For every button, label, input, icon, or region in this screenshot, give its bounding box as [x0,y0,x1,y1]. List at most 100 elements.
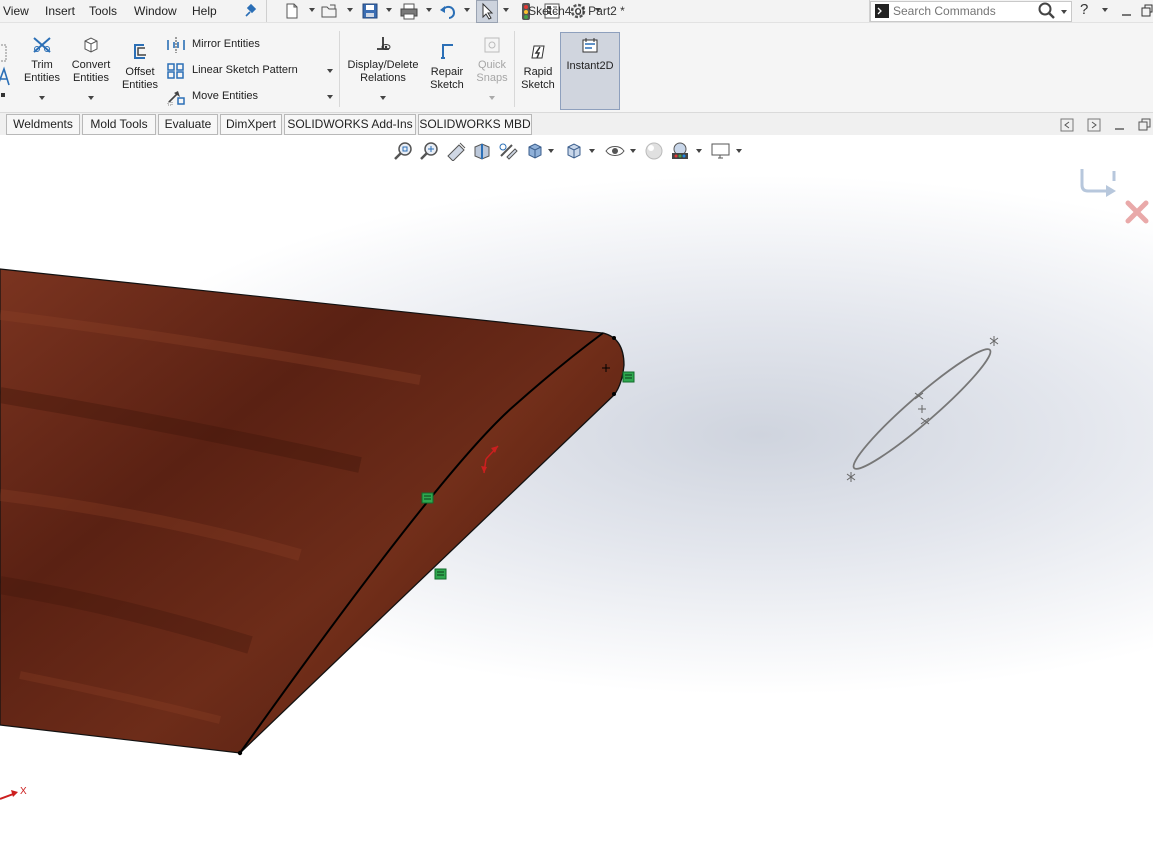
new-dropdown-icon[interactable] [309,8,315,12]
menu-view[interactable]: View [3,4,29,18]
coordinate-triad [0,790,18,800]
model-canvas [0,268,999,800]
search-commands-box[interactable] [870,1,1072,22]
convert-label-line1: Convert [71,59,111,71]
move-entities-button[interactable]: Move Entities [166,88,326,106]
trim-dropdown-icon[interactable] [39,96,45,100]
linear-pattern-icon [167,63,184,79]
tab-evaluate[interactable]: Evaluate [158,114,218,135]
search-dropdown-icon[interactable] [1061,10,1067,14]
convert-label-line2: Entities [72,72,110,84]
collapse-left-icon[interactable] [1060,118,1074,132]
save-icon[interactable] [361,2,379,20]
relation-marker[interactable] [421,492,434,504]
search-icon[interactable] [1037,2,1057,20]
rapid-sketch-label-line1: Rapid [523,66,553,78]
sketch-vertex[interactable] [612,336,616,340]
clipped-dropdown-icon[interactable] [1,93,5,97]
ribbon-separator [514,31,515,107]
move-label: Move Entities [192,90,259,102]
command-tabs-bar: Weldments Mold Tools Evaluate DimXpert S… [0,113,1153,135]
quick-snaps-icon [484,37,500,53]
print-icon[interactable] [399,2,419,20]
linear-pattern-label: Linear Sketch Pattern [192,64,298,76]
rapid-sketch-button[interactable]: Rapid Sketch [517,42,559,92]
rapid-sketch-icon [531,45,545,59]
menu-help[interactable]: Help [192,4,217,18]
relations-label-line2: Relations [360,72,406,84]
repair-label-line2: Sketch [430,79,464,91]
tab-solidworks-mbd[interactable]: SOLIDWORKS MBD [418,114,532,135]
tab-mold-tools[interactable]: Mold Tools [82,114,156,135]
move-entities-icon [167,91,185,106]
instant2d-button[interactable]: Instant2D [560,32,620,110]
convert-entities-icon [84,37,98,53]
trim-label-line1: Trim [31,59,53,71]
minimize-window-icon[interactable] [1119,2,1133,20]
save-dropdown-icon[interactable] [386,8,392,12]
menu-insert[interactable]: Insert [45,4,75,18]
select-dropdown-icon[interactable] [503,8,509,12]
convert-dropdown-icon[interactable] [88,96,94,100]
select-pointer-icon [482,2,494,20]
restore-window-icon[interactable] [1141,2,1153,20]
offset-label-line2: Entities [121,79,159,91]
title-bar: View Insert Tools Window Help Sketch4 of… [0,0,1153,23]
menu-window[interactable]: Window [134,4,177,18]
tab-solidworks-add-ins[interactable]: SOLIDWORKS Add-Ins [284,114,416,135]
linear-pattern-dropdown-icon[interactable] [327,69,333,73]
mirror-label: Mirror Entities [192,38,260,50]
trim-label-line2: Entities [23,72,61,84]
quick-snaps-dropdown-icon[interactable] [489,96,495,100]
command-prompt-icon [875,4,889,18]
display-delete-relations-button[interactable]: Display/Delete Relations [343,35,423,85]
relations-label-line1: Display/Delete [347,59,419,71]
relations-icon [377,37,391,50]
ribbon-separator [339,31,340,107]
rapid-sketch-label-line2: Sketch [521,79,555,91]
undo-dropdown-icon[interactable] [464,8,470,12]
collapse-right-icon[interactable] [1087,118,1101,132]
help-icon[interactable]: ? [1080,1,1088,18]
quick-snaps-button[interactable]: Quick Snaps [472,35,512,85]
relations-dropdown-icon[interactable] [380,96,386,100]
sketch-ellipse[interactable] [846,336,999,482]
new-document-icon[interactable] [284,2,300,20]
offset-entities-button[interactable]: Offset Entities [118,42,162,92]
relation-marker[interactable] [434,568,447,580]
trim-entities-button[interactable]: Trim Entities [20,35,64,85]
search-input[interactable] [893,3,1033,18]
tab-weldments[interactable]: Weldments [6,114,80,135]
sketch-vertex[interactable] [612,392,616,396]
command-manager-ribbon: Trim Entities Convert Entities Offset En… [0,23,1153,113]
pin-icon[interactable] [242,2,258,20]
select-button[interactable] [476,0,498,23]
tab-dimxpert[interactable]: DimXpert [220,114,282,135]
graphics-viewport[interactable]: X [0,135,1153,857]
instant2d-label: Instant2D [566,60,614,72]
linear-sketch-pattern-button[interactable]: Linear Sketch Pattern [166,62,336,80]
convert-entities-button[interactable]: Convert Entities [68,35,114,85]
mirror-entities-button[interactable]: Mirror Entities [166,36,326,54]
minimize-document-icon[interactable] [1113,118,1127,132]
sketch-vertex[interactable] [237,750,243,756]
restore-document-icon[interactable] [1138,118,1153,132]
relation-marker[interactable] [622,371,635,383]
repair-label-line1: Repair [430,66,464,78]
menu-separator [266,0,267,22]
repair-sketch-button[interactable]: Repair Sketch [426,42,468,92]
open-folder-icon[interactable] [320,2,340,20]
instant2d-icon [582,38,598,53]
undo-icon[interactable] [438,2,458,20]
help-dropdown-icon[interactable] [1102,8,1108,12]
quick-snaps-label-line1: Quick [477,59,507,71]
move-dropdown-icon[interactable] [327,95,333,99]
trim-icon [33,37,51,53]
quick-snaps-label-line2: Snaps [476,72,508,84]
menu-tools[interactable]: Tools [89,4,117,18]
open-dropdown-icon[interactable] [347,8,353,12]
print-dropdown-icon[interactable] [426,8,432,12]
mirror-icon [167,37,185,53]
offset-entities-icon [134,44,146,59]
offset-label-line1: Offset [125,66,155,78]
